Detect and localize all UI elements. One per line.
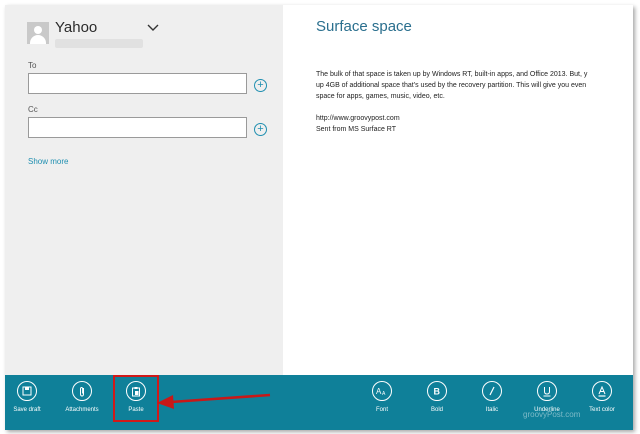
plus-icon: +	[257, 79, 264, 91]
plus-icon: +	[257, 123, 264, 135]
message-body[interactable]: The bulk of that space is taken up by Wi…	[316, 69, 633, 135]
add-to-recipient-button[interactable]: +	[254, 79, 267, 92]
recipient-pane: Yahoo To + Cc + Show more	[5, 5, 283, 375]
watermark: groovyPost.com	[523, 410, 581, 419]
paperclip-icon	[72, 381, 92, 401]
person-icon	[27, 22, 49, 44]
attachments-button[interactable]: Attachments	[62, 381, 102, 413]
text-color-icon	[592, 381, 612, 401]
underline-button[interactable]: Underline	[527, 381, 567, 413]
account-email-redacted	[55, 39, 143, 48]
app-bar: Save draft Attachments Paste AA Font B B…	[5, 375, 633, 430]
italic-button[interactable]: Italic	[472, 381, 512, 413]
font-label: Font	[375, 407, 388, 413]
bold-label: Bold	[430, 407, 443, 413]
to-field[interactable]	[28, 73, 247, 94]
bold-button[interactable]: B Bold	[417, 381, 457, 413]
svg-text:B: B	[434, 387, 441, 397]
svg-text:A: A	[382, 391, 386, 396]
text-color-button[interactable]: Text color	[582, 381, 622, 413]
arrow-icon	[157, 393, 271, 409]
save-icon	[17, 381, 37, 401]
save-draft-button[interactable]: Save draft	[7, 381, 47, 413]
add-cc-recipient-button[interactable]: +	[254, 123, 267, 136]
message-pane: Surface space The bulk of that space is …	[283, 5, 633, 375]
to-label: To	[28, 61, 37, 70]
underline-icon	[537, 381, 557, 401]
account-name[interactable]: Yahoo	[55, 19, 97, 36]
chevron-down-icon[interactable]	[147, 23, 159, 33]
paste-highlight-box	[113, 375, 159, 422]
show-more-link[interactable]: Show more	[28, 157, 68, 166]
bold-icon: B	[427, 381, 447, 401]
save-draft-label: Save draft	[13, 407, 41, 413]
subject-field[interactable]: Surface space	[316, 18, 412, 35]
font-button[interactable]: AA Font	[362, 381, 402, 413]
cc-label: Cc	[28, 105, 38, 114]
italic-label: Italic	[485, 407, 499, 413]
cc-field[interactable]	[28, 117, 247, 138]
attachments-label: Attachments	[65, 407, 99, 413]
font-icon: AA	[372, 381, 392, 401]
italic-icon	[482, 381, 502, 401]
mail-compose-window: Yahoo To + Cc + Show more Surface space …	[5, 5, 633, 430]
text-color-label: Text color	[589, 407, 615, 413]
